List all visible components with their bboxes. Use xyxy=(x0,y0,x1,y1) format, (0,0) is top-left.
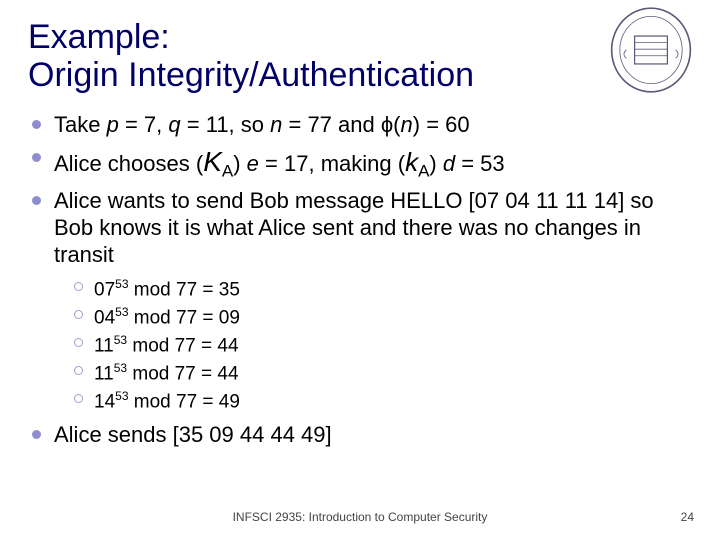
exp: 53 xyxy=(115,305,128,319)
sub-item: 1153 mod 77 = 44 xyxy=(72,361,692,386)
sub-item: 0753 mod 77 = 35 xyxy=(72,277,692,302)
txt: ) xyxy=(429,151,442,176)
txt: = 77 and ϕ( xyxy=(282,112,400,137)
sub-a: A xyxy=(418,161,429,180)
base: 14 xyxy=(94,391,115,412)
var-n: n xyxy=(270,112,282,137)
bullet-4: Alice sends [35 09 44 44 49] xyxy=(28,422,692,449)
page-number: 24 xyxy=(681,510,694,524)
sub-item: 1153 mod 77 = 44 xyxy=(72,333,692,358)
sub-list: 0753 mod 77 = 35 0453 mod 77 = 09 1153 m… xyxy=(72,277,692,415)
slide: Example: Origin Integrity/Authentication… xyxy=(0,0,720,540)
txt: Alice sends [35 09 44 44 49] xyxy=(54,422,332,447)
txt: = 7, xyxy=(119,112,169,137)
base: 07 xyxy=(94,279,115,300)
slide-title: Example: Origin Integrity/Authentication xyxy=(28,18,692,94)
var-q: q xyxy=(168,112,180,137)
txt: Alice wants to send Bob message HELLO [0… xyxy=(54,188,654,267)
bullet-2: Alice chooses (KA) e = 17, making (kA) d… xyxy=(28,145,692,182)
txt: Alice chooses ( xyxy=(54,151,203,176)
bullet-list: Take p = 7, q = 11, so n = 77 and ϕ(n) =… xyxy=(28,112,692,449)
base: 11 xyxy=(94,335,114,356)
txt: = 11, so xyxy=(181,112,270,137)
mod: mod 77 = 44 xyxy=(127,363,238,384)
sub-item: 1453 mod 77 = 49 xyxy=(72,389,692,414)
university-seal-icon xyxy=(610,6,692,94)
bullet-3: Alice wants to send Bob message HELLO [0… xyxy=(28,188,692,414)
bullet-1: Take p = 7, q = 11, so n = 77 and ϕ(n) =… xyxy=(28,112,692,139)
mod: mod 77 = 09 xyxy=(129,307,240,328)
footer-course: INFSCI 2935: Introduction to Computer Se… xyxy=(0,510,720,524)
var-e: e xyxy=(247,151,259,176)
exp: 53 xyxy=(115,389,128,403)
var-p: p xyxy=(107,112,119,137)
small-k: k xyxy=(405,147,418,177)
sub-item: 0453 mod 77 = 09 xyxy=(72,305,692,330)
title-line1: Example: xyxy=(28,18,170,56)
txt: ) xyxy=(233,151,246,176)
var-d: d xyxy=(443,151,455,176)
txt: ) = 60 xyxy=(413,112,470,137)
txt: = 53 xyxy=(455,151,505,176)
sub-a: A xyxy=(222,161,233,180)
mod: mod 77 = 44 xyxy=(127,335,238,356)
txt: = 17, making ( xyxy=(259,151,405,176)
mod: mod 77 = 35 xyxy=(129,279,240,300)
big-k: K xyxy=(203,146,222,177)
exp: 53 xyxy=(115,277,128,291)
exp: 53 xyxy=(114,333,127,347)
exp: 53 xyxy=(114,361,127,375)
base: 04 xyxy=(94,307,115,328)
title-line2: Origin Integrity/Authentication xyxy=(28,56,474,94)
mod: mod 77 = 49 xyxy=(129,391,240,412)
var-n: n xyxy=(401,112,413,137)
base: 11 xyxy=(94,363,114,384)
txt: Take xyxy=(54,112,107,137)
